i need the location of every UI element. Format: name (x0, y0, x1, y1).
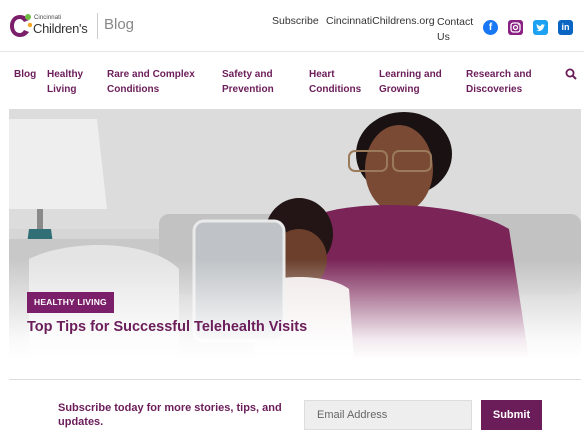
search-icon[interactable] (565, 68, 577, 80)
divider (9, 379, 581, 380)
blog-label[interactable]: Blog (104, 16, 134, 33)
nav-item-rare-complex[interactable]: Rare and Complex Conditions (107, 67, 202, 97)
twitter-icon[interactable] (533, 20, 548, 35)
logo-divider (97, 13, 98, 39)
email-field[interactable] (304, 400, 472, 430)
nav-item-research-discoveries[interactable]: Research and Discoveries (466, 67, 544, 97)
site-header: Cincinnati Children's Blog Subscribe Cin… (0, 0, 584, 52)
linkedin-icon[interactable]: in (558, 20, 573, 35)
nav-item-heart-conditions[interactable]: Heart Conditions (309, 67, 364, 97)
logo-big-text: Children's (33, 21, 88, 36)
hero-title[interactable]: Top Tips for Successful Telehealth Visit… (27, 319, 307, 335)
nav-item-safety-prevention[interactable]: Safety and Prevention (222, 67, 282, 97)
submit-button[interactable]: Submit (481, 400, 542, 430)
subscribe-link[interactable]: Subscribe (272, 15, 319, 27)
nav-item-learning-growing[interactable]: Learning and Growing (379, 67, 449, 97)
cincinnati-childrens-logo[interactable]: Cincinnati Children's (8, 12, 90, 40)
category-badge[interactable]: HEALTHY LIVING (27, 292, 114, 313)
nav-item-blog[interactable]: Blog (14, 67, 36, 82)
facebook-icon[interactable]: f (483, 20, 498, 35)
nav-item-healthy-living[interactable]: Healthy Living (47, 67, 91, 97)
instagram-icon[interactable] (508, 20, 523, 35)
contact-us-link[interactable]: Contact Us (437, 15, 477, 45)
main-nav: Blog Healthy Living Rare and Complex Con… (0, 52, 584, 109)
logo-mark-icon (10, 14, 32, 37)
subscribe-prompt: Subscribe today for more stories, tips, … (58, 402, 282, 428)
cincinnatichildrens-link[interactable]: CincinnatiChildrens.org (326, 15, 435, 27)
